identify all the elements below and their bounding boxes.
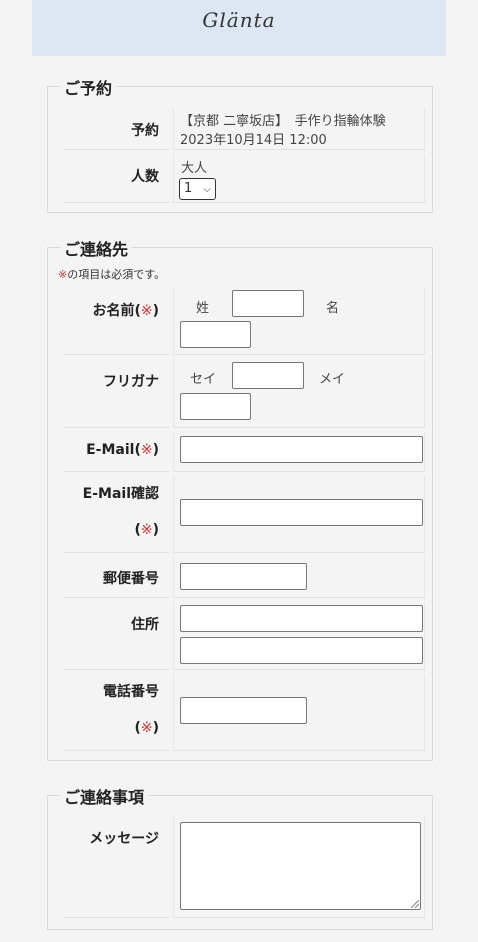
- kana-given-label: メイ: [319, 372, 346, 387]
- required-note: ※の項目は必須です。: [58, 266, 165, 282]
- email-confirm-value: [173, 476, 425, 553]
- people-value: 大人 1 ⌵: [173, 154, 425, 203]
- message-label: メッセージ: [63, 816, 169, 918]
- address-line1-input[interactable]: [180, 605, 423, 632]
- surname-input[interactable]: [232, 290, 304, 317]
- phone-label: 電話番号 (※): [63, 674, 169, 751]
- booking-datetime: 2023年10月14日 12:00: [180, 133, 327, 148]
- kana-value: セイ メイ: [173, 359, 425, 428]
- kana-surname-label: セイ: [190, 372, 217, 387]
- email-value: [173, 432, 425, 472]
- phone-required: (※): [134, 720, 159, 736]
- name-row: お名前(※) 姓 名: [63, 288, 425, 355]
- phone-label-text: 電話番号: [103, 684, 159, 700]
- kana-given-input[interactable]: [180, 393, 251, 420]
- kana-row: フリガナ セイ メイ: [63, 359, 425, 428]
- kana-surname-input[interactable]: [232, 362, 304, 389]
- people-type: 大人: [181, 161, 208, 176]
- given-name-input[interactable]: [180, 321, 251, 348]
- reservation-heading: ご予約: [60, 75, 117, 99]
- postal-code-input[interactable]: [180, 563, 307, 590]
- phone-row: 電話番号 (※): [63, 674, 425, 751]
- notes-section: ご連絡事項 メッセージ: [47, 784, 433, 930]
- given-name-label: 名: [326, 301, 340, 316]
- booking-row: 予約 【京都 二寧坂店】 手作り指輪体験 2023年10月14日 12:00: [63, 107, 425, 150]
- email-row: E-Mail(※): [63, 432, 425, 472]
- phone-required-mark: ※: [140, 720, 153, 736]
- brand-logo[interactable]: Glänta: [32, 8, 446, 32]
- email-required-mark: ※: [140, 442, 153, 458]
- postal-row: 郵便番号: [63, 557, 425, 598]
- email-label-text: E-Mail: [86, 442, 135, 458]
- booking-store-plan: 【京都 二寧坂店】 手作り指輪体験: [180, 114, 386, 129]
- email-confirm-required-mark: ※: [140, 522, 153, 538]
- name-label-text: お名前: [92, 303, 135, 319]
- name-required: (※): [134, 303, 159, 319]
- name-value: 姓 名: [173, 288, 425, 355]
- required-note-text: の項目は必須です。: [67, 268, 166, 281]
- people-label: 人数: [63, 154, 169, 203]
- people-count-select[interactable]: 1 ⌵: [179, 178, 216, 200]
- email-label: E-Mail(※): [63, 432, 169, 472]
- address-line2-input[interactable]: [180, 637, 423, 664]
- email-required: (※): [134, 442, 159, 458]
- reservation-section: ご予約 予約 【京都 二寧坂店】 手作り指輪体験 2023年10月14日 12:…: [47, 75, 433, 213]
- postal-value: [173, 557, 425, 598]
- email-confirm-row: E-Mail確認 (※): [63, 476, 425, 553]
- kana-label: フリガナ: [63, 359, 169, 428]
- header-logo-bar: Glänta: [32, 0, 446, 56]
- surname-label: 姓: [196, 301, 210, 316]
- postal-label: 郵便番号: [63, 557, 169, 598]
- address-row: 住所: [63, 602, 425, 670]
- chevron-down-icon: ⌵: [203, 184, 211, 195]
- name-label: お名前(※): [63, 288, 169, 355]
- people-count-value: 1: [184, 181, 193, 196]
- email-confirm-required: (※): [134, 522, 159, 538]
- notes-heading: ご連絡事項: [60, 784, 149, 808]
- phone-value: [173, 674, 425, 751]
- name-required-mark: ※: [140, 303, 153, 319]
- email-confirm-label: E-Mail確認 (※): [63, 476, 169, 553]
- message-textarea[interactable]: [180, 822, 421, 910]
- required-mark: ※: [58, 268, 68, 281]
- booking-label: 予約: [63, 107, 169, 150]
- address-label: 住所: [63, 602, 169, 670]
- booking-value: 【京都 二寧坂店】 手作り指輪体験 2023年10月14日 12:00: [173, 107, 425, 150]
- message-value: [173, 816, 425, 918]
- address-value: [173, 602, 425, 670]
- email-confirm-label-text: E-Mail確認: [82, 486, 159, 502]
- message-row: メッセージ: [63, 816, 425, 918]
- email-input[interactable]: [180, 436, 423, 463]
- resize-handle-icon[interactable]: [411, 900, 419, 908]
- people-row: 人数 大人 1 ⌵: [63, 154, 425, 203]
- contact-heading: ご連絡先: [60, 236, 133, 260]
- contact-section: ご連絡先 ※の項目は必須です。 お名前(※) 姓 名 フリガナ セイ メイ E-…: [47, 236, 433, 761]
- phone-input[interactable]: [180, 697, 307, 724]
- email-confirm-input[interactable]: [180, 499, 423, 526]
